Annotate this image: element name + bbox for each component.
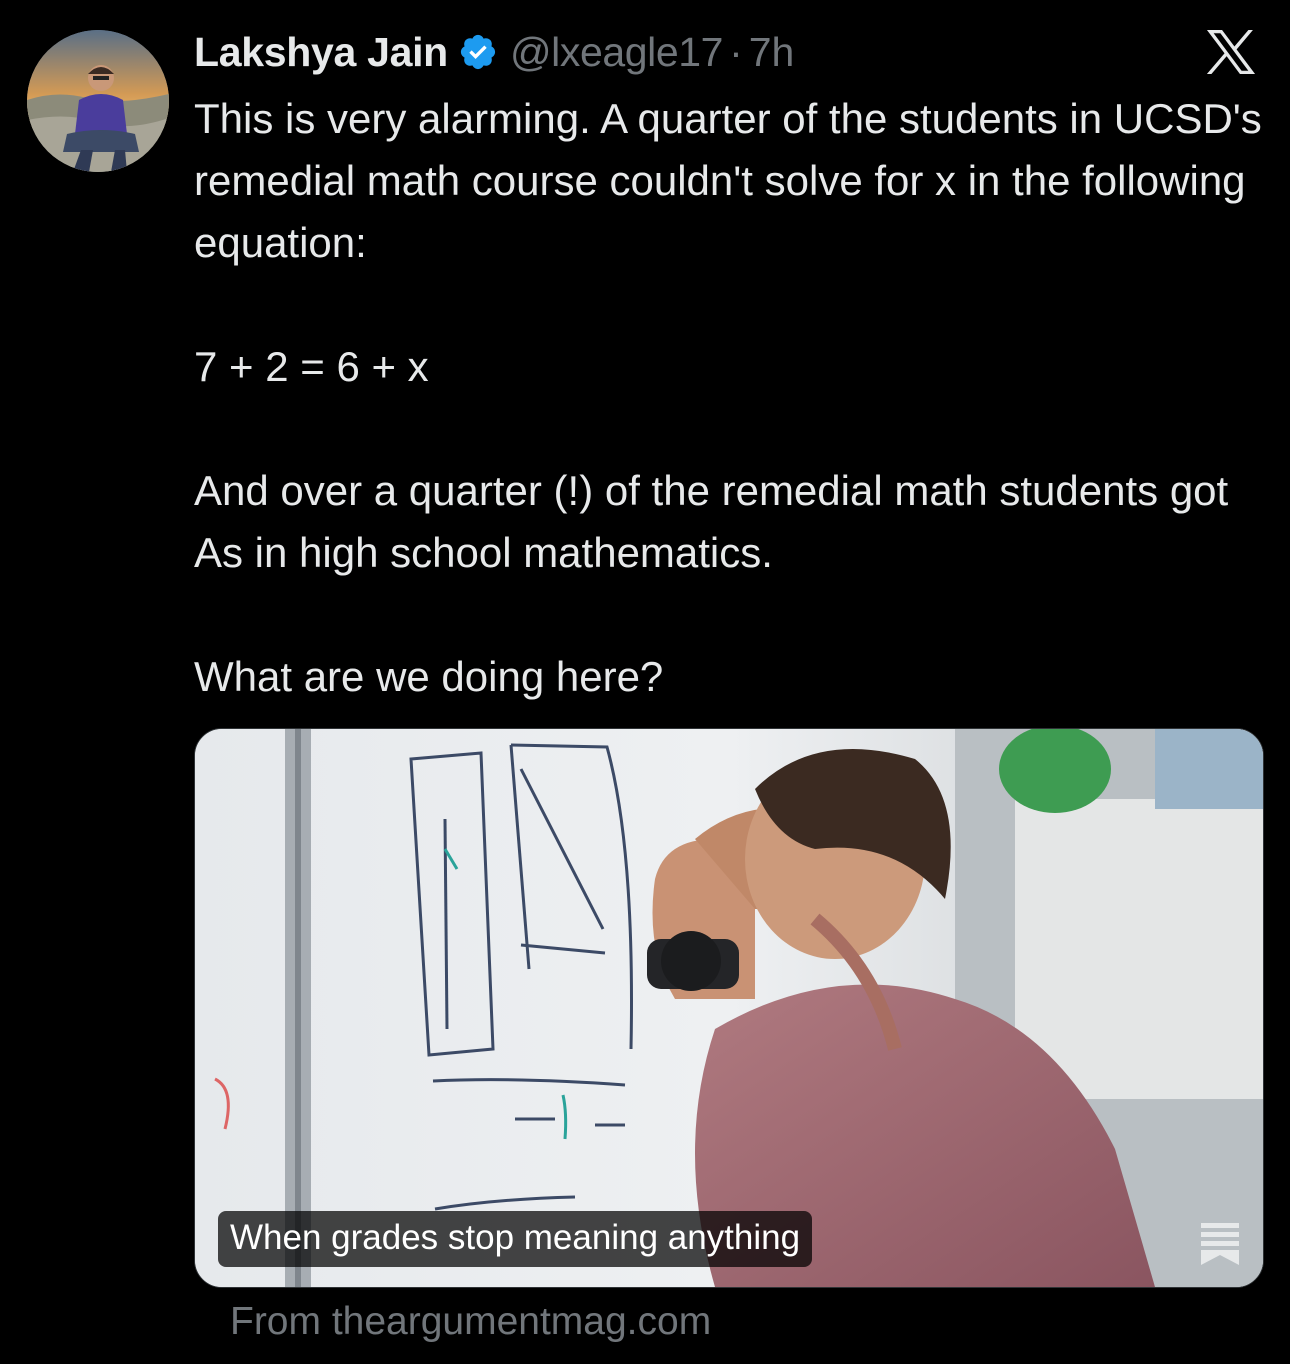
article-icon — [1201, 1223, 1239, 1265]
card-title[interactable]: When grades stop meaning anything — [218, 1211, 813, 1267]
tweet-timestamp[interactable]: 7h — [749, 29, 795, 76]
card-image — [195, 729, 1263, 1287]
author-handle[interactable]: @lxeagle17 — [510, 29, 724, 76]
link-preview-card[interactable]: When grades stop meaning anything — [194, 728, 1264, 1288]
verified-badge-icon — [460, 34, 496, 70]
card-source[interactable]: From theargumentmag.com — [230, 1300, 711, 1344]
header-separator: · — [729, 28, 743, 75]
author-avatar[interactable] — [27, 30, 169, 172]
avatar-photo — [27, 30, 169, 172]
author-display-name[interactable]: Lakshya Jain — [194, 29, 448, 76]
tweet-paragraph: This is very alarming. A quarter of the … — [194, 95, 1262, 266]
tweet[interactable]: Lakshya Jain @lxeagle17 · 7h This is ver… — [0, 0, 1290, 1364]
tweet-equation: 7 + 2 = 6 + x — [194, 343, 429, 390]
tweet-paragraph: What are we doing here? — [194, 653, 664, 700]
tweet-text: This is very alarming. A quarter of the … — [194, 88, 1274, 708]
tweet-header: Lakshya Jain @lxeagle17 · 7h — [194, 26, 794, 78]
tweet-paragraph: And over a quarter (!) of the remedial m… — [194, 467, 1229, 576]
x-logo-icon — [1206, 30, 1256, 74]
